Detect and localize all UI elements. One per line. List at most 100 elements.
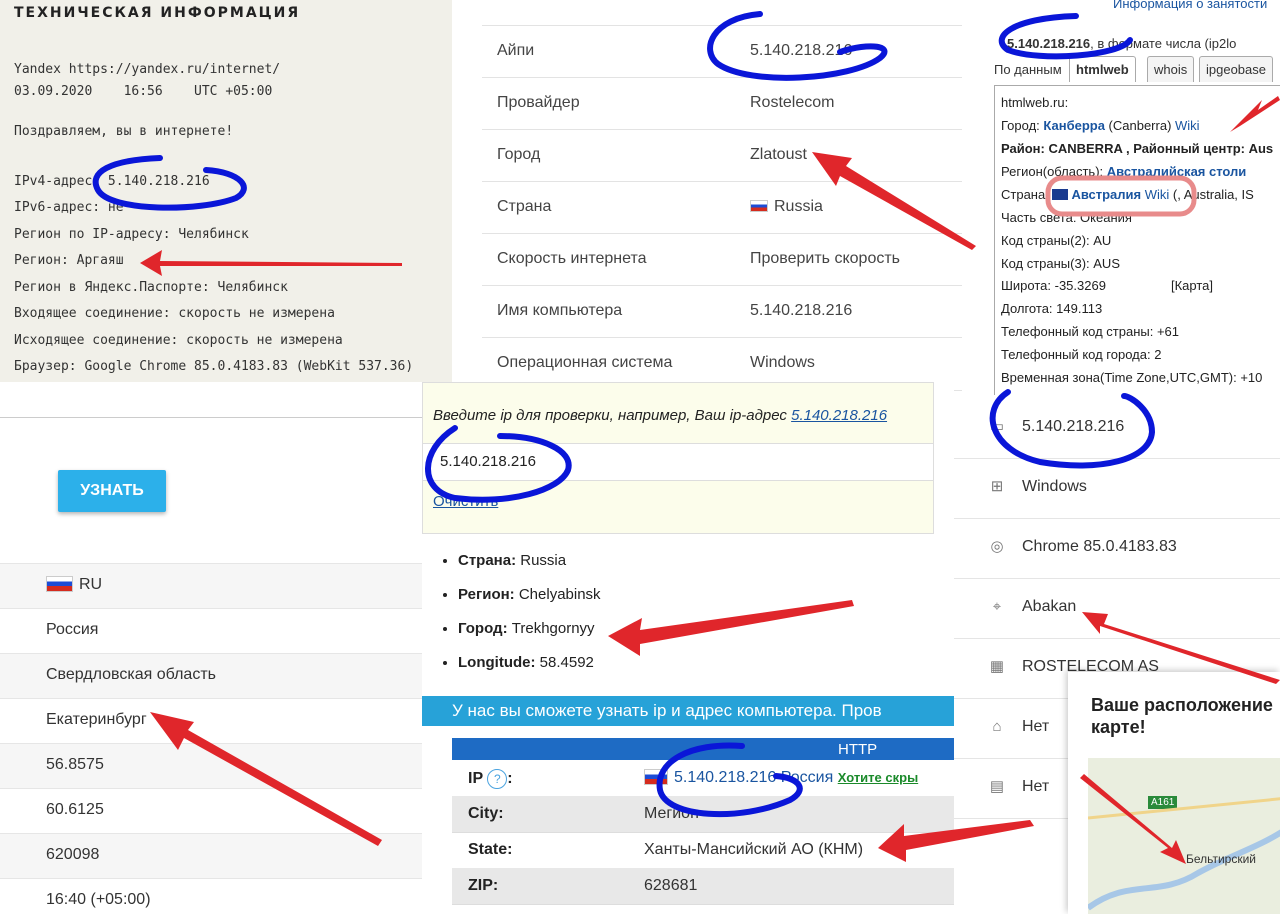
- info-banner: У нас вы сможете узнать ip и адрес компь…: [422, 696, 954, 726]
- row-key: Город: [497, 146, 541, 163]
- ipv6-line: IPv6-адрес: не: [14, 200, 132, 215]
- tab-by-data[interactable]: По данным: [994, 62, 1062, 77]
- row-key: Айпи: [497, 42, 535, 59]
- windows-icon: ⊞: [990, 478, 1004, 495]
- find-out-button[interactable]: УЗНАТЬ: [58, 470, 166, 512]
- table-header: HTTP: [452, 738, 954, 760]
- ip-input[interactable]: 5.140.218.216: [423, 443, 933, 481]
- ipv4-line: IPv4-адрес: 5.140.218.216: [14, 174, 210, 189]
- place-label: Бельтирский: [1186, 852, 1256, 866]
- divider: [0, 417, 422, 418]
- info-line: Регион по IP-адресу: Челябинск: [14, 227, 249, 242]
- map-title: Ваше расположение карте!: [1091, 695, 1273, 737]
- site-label: htmlweb.ru:: [1001, 95, 1069, 110]
- timezone-line: Временная зона(Time Zone,UTC,GMT): +10: [1001, 370, 1263, 385]
- list-item: ⊞ Windows: [954, 458, 1280, 519]
- own-ip-link[interactable]: 5.140.218.216: [791, 407, 887, 424]
- district-line: Район: CANBERRA , Районный центр: Aus: [1001, 141, 1274, 156]
- geo-info-box: htmlweb.ru: Город: Канберра (Canberra) W…: [994, 85, 1280, 395]
- list-item: Екатеринбург: [0, 698, 422, 744]
- ip-check-form: Введите ip для проверки, например, Ваш i…: [422, 382, 934, 534]
- list-item: ▭ 5.140.218.216: [954, 398, 1280, 459]
- map-link[interactable]: [Карта]: [1171, 278, 1213, 293]
- list-item: Город: Trekhgornyy: [458, 620, 601, 654]
- row-key: Имя компьютера: [497, 302, 623, 319]
- row-value: Windows: [750, 354, 815, 371]
- longitude-line: Долгота: 149.113: [1001, 301, 1103, 316]
- region-line: Регион: Аргаяш: [14, 253, 124, 268]
- code2-line: Код страны(2): AU: [1001, 233, 1112, 248]
- table-row: Страна Russia: [482, 181, 962, 234]
- info-line: Поздравляем, вы в интернете!: [14, 124, 234, 139]
- list-item: ◎ Chrome 85.0.4183.83: [954, 518, 1280, 579]
- row-key: Операционная система: [497, 354, 673, 371]
- russia-flag-icon: [644, 769, 668, 785]
- table-row: Скорость интернета Проверить скорость: [482, 233, 962, 286]
- chrome-icon: ◎: [990, 538, 1004, 555]
- tab-ipgeobase[interactable]: ipgeobase: [1199, 56, 1273, 82]
- table-row: Провайдер Rostelecom: [482, 77, 962, 130]
- list-item: Свердловская область: [0, 653, 422, 699]
- list-item: 16:40 (+05:00): [0, 878, 422, 914]
- page-title: ТЕХНИЧЕСКАЯ ИНФОРМАЦИЯ: [14, 5, 301, 21]
- clear-link[interactable]: Очистить: [433, 493, 498, 510]
- table-row: IP ?: 5.140.218.216 Россия Хотите скры: [452, 760, 954, 797]
- occupancy-link[interactable]: Информация о занятости: [1113, 0, 1267, 11]
- ip-prompt: Введите ip для проверки, например, Ваш i…: [433, 407, 888, 424]
- australia-flag-icon: [1052, 189, 1069, 200]
- geo-lookup-panel: УЗНАТЬ RU Россия Свердловская область Ек…: [0, 395, 422, 914]
- row-value: Rostelecom: [750, 94, 835, 111]
- row-value: Zlatoust: [750, 146, 807, 163]
- table-row: Имя компьютера 5.140.218.216: [482, 285, 962, 338]
- table-row: Айпи 5.140.218.216: [482, 25, 962, 78]
- location-pin-icon: ⌖: [992, 598, 1002, 615]
- table-row: Город Zlatoust: [482, 129, 962, 182]
- table-row: ZIP: 628681: [452, 868, 954, 905]
- ip-table-panel: Айпи 5.140.218.216 Провайдер Rostelecom Го…: [452, 0, 987, 395]
- hide-ip-link[interactable]: Хотите скры: [838, 770, 918, 785]
- monitor-icon: ▭: [989, 418, 1005, 435]
- list-item: 56.8575: [0, 743, 422, 789]
- row-key: Страна: [497, 198, 552, 215]
- server-icon: ▤: [989, 778, 1005, 795]
- row-value: 5.140.218.216: [750, 302, 853, 319]
- tab-whois[interactable]: whois: [1147, 56, 1195, 82]
- info-line: Yandex https://yandex.ru/internet/: [14, 62, 281, 77]
- wiki-link[interactable]: Wiki: [1175, 118, 1200, 133]
- list-item: 620098: [0, 833, 422, 879]
- russia-flag-icon: [750, 200, 768, 212]
- ip-check-panel: Введите ip для проверки, например, Ваш i…: [422, 382, 954, 914]
- info-line: Входящее соединение: скорость не измерен…: [14, 306, 335, 321]
- info-line: Браузер: Google Chrome 85.0.4183.83 (Web…: [14, 359, 414, 374]
- continent-line: Часть света: Океания: [1001, 210, 1132, 225]
- building-icon: ▦: [989, 658, 1005, 675]
- info-line: 03.09.2020 16:56 UTC +05:00: [14, 84, 273, 99]
- region-line: Регион(область): Австралийская столи: [1001, 164, 1247, 179]
- network-icon: ⌂: [992, 718, 1002, 735]
- list-item: RU: [0, 563, 422, 609]
- info-line: Исходящее соединение: скорость не измере…: [14, 333, 343, 348]
- list-item: ⌖ Abakan: [954, 578, 1280, 639]
- yandex-panel: ТЕХНИЧЕСКАЯ ИНФОРМАЦИЯ Yandex https://ya…: [0, 0, 452, 382]
- table-row: State: Ханты-Мансийский АО (КНМ): [452, 832, 954, 869]
- list-item: Россия: [0, 608, 422, 654]
- map-graphic: [1088, 797, 1280, 911]
- russia-flag-icon: [46, 576, 73, 592]
- latitude-line: Широта: -35.3269: [1001, 278, 1106, 293]
- row-key: Скорость интернета: [497, 250, 647, 267]
- city-line: Город: Канберра (Canberra) Wiki: [1001, 118, 1200, 133]
- ip-number-line: 5.140.218.216, в формате числа (ip2lo: [1007, 36, 1237, 51]
- row-value: Russia: [750, 198, 823, 216]
- location-map[interactable]: A161 Бельтирский: [1088, 758, 1280, 914]
- phone-country-line: Телефонный код страны: +61: [1001, 324, 1180, 339]
- code3-line: Код страны(3): AUS: [1001, 256, 1120, 271]
- country-line: Страна: Австралия Wiki (, Australia, IS: [1001, 187, 1254, 202]
- row-value: 5.140.218.216: [750, 42, 853, 59]
- htmlweb-panel: Информация о занятости 5.140.218.216, в …: [987, 0, 1280, 395]
- list-item: Регион: Chelyabinsk: [458, 586, 601, 620]
- table-row: City: Мегион: [452, 796, 954, 833]
- speed-test-link[interactable]: Проверить скорость: [750, 250, 900, 268]
- tab-htmlweb[interactable]: htmlweb: [1069, 56, 1136, 82]
- list-item: 60.6125: [0, 788, 422, 834]
- help-icon[interactable]: ?: [487, 769, 508, 789]
